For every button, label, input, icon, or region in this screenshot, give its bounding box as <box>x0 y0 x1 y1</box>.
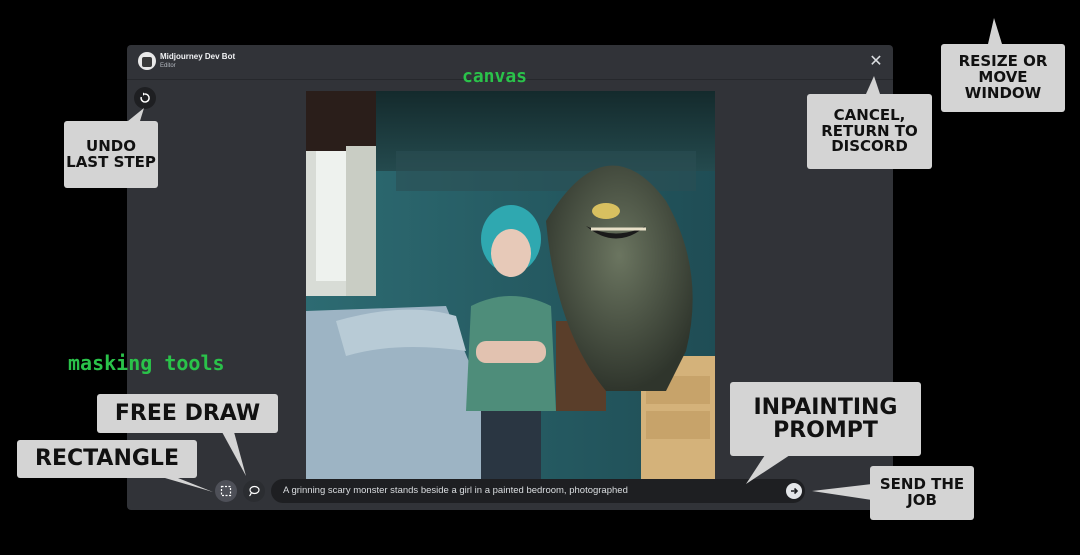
callout-send: Send the job <box>870 466 974 520</box>
callout-rectangle: Rectangle <box>17 440 197 478</box>
callout-free-draw: Free draw <box>97 394 278 433</box>
callout-cancel: Cancel, return to Discord <box>807 94 932 169</box>
callout-undo: Undo last step <box>64 121 158 188</box>
callout-inpainting-prompt: Inpainting prompt <box>730 382 921 456</box>
callout-resize: Resize or move window <box>941 44 1065 112</box>
